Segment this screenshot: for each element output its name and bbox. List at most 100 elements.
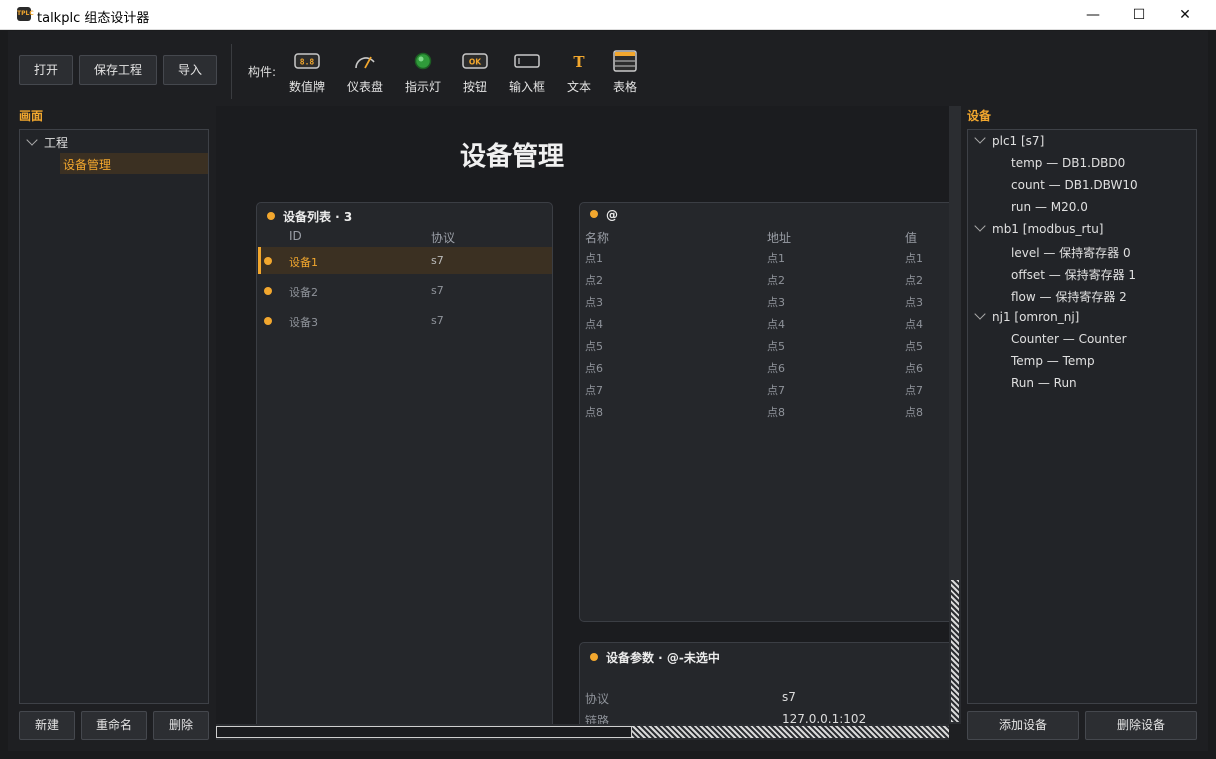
point-value-cell[interactable]: 点7 — [905, 382, 923, 398]
chevron-down-icon — [974, 220, 986, 232]
tool-table[interactable]: 表格 — [601, 48, 649, 95]
scrollbar-thumb[interactable] — [216, 726, 632, 738]
canvas-horizontal-scrollbar[interactable] — [216, 724, 949, 740]
device-point-item[interactable]: level — 保持寄存器 0 — [1011, 244, 1131, 261]
close-button[interactable]: ✕ — [1162, 0, 1208, 30]
minimize-button[interactable]: — — [1070, 0, 1116, 30]
device-point-item[interactable]: count — DB1.DBW10 — [1011, 178, 1138, 192]
column-header-protocol[interactable]: 协议 — [431, 229, 455, 246]
points-card[interactable]: @ 名称 地址 值 点1 点1 点1 点2 点2 点2 点3 点3 点3 点4 点4 点4 点5 点5 点5… — [579, 202, 949, 622]
param-value-protocol[interactable]: s7 — [782, 690, 796, 704]
point-value-cell[interactable]: 点6 — [905, 360, 923, 376]
device-point-item[interactable]: Temp — Temp — [1011, 354, 1095, 368]
svg-text:T: T — [573, 53, 585, 70]
point-name-cell[interactable]: 点2 — [585, 272, 603, 288]
param-label-link: 链路 — [585, 714, 610, 724]
point-address-cell[interactable]: 点1 — [767, 250, 785, 266]
maximize-button[interactable]: ☐ — [1116, 0, 1162, 30]
chevron-down-icon — [26, 134, 38, 146]
svg-text:OK: OK — [469, 58, 482, 67]
point-value-cell[interactable]: 点1 — [905, 250, 923, 266]
device-params-title: 设备参数 · @-未选中 — [590, 649, 720, 666]
table-row-id[interactable]: 设备1 — [289, 254, 318, 270]
svg-text:8.8: 8.8 — [300, 58, 315, 67]
page-title: 设备管理 — [460, 142, 565, 172]
indicator-light-icon — [399, 48, 447, 74]
column-header-value[interactable]: 值 — [905, 229, 917, 246]
scrollbar-thumb[interactable] — [951, 580, 959, 722]
device-node[interactable]: nj1 [omron_nj] — [974, 308, 1079, 324]
design-canvas[interactable]: 设备管理 设备列表 · 3 ID 协议 设备1 s7 设备2 s7 设备3 s7… — [216, 106, 949, 724]
import-button[interactable]: 导入 — [163, 55, 217, 85]
device-point-item[interactable]: temp — DB1.DBD0 — [1011, 156, 1125, 170]
device-point-item[interactable]: Counter — Counter — [1011, 332, 1127, 346]
status-dot — [267, 212, 275, 220]
table-row-protocol[interactable]: s7 — [431, 254, 444, 267]
point-name-cell[interactable]: 点4 — [585, 316, 603, 332]
ok-button-icon: OK — [451, 48, 499, 74]
device-list-card[interactable]: 设备列表 · 3 ID 协议 设备1 s7 设备2 s7 设备3 s7 — [256, 202, 553, 724]
param-value-link[interactable]: 127.0.0.1:102 — [782, 712, 866, 724]
device-node[interactable]: mb1 [modbus_rtu] — [974, 220, 1104, 236]
row-status-dot — [264, 287, 272, 295]
point-address-cell[interactable]: 点7 — [767, 382, 785, 398]
rename-screen-button[interactable]: 重命名 — [81, 711, 147, 740]
chevron-down-icon — [974, 308, 986, 320]
add-device-button[interactable]: 添加设备 — [967, 711, 1079, 740]
tool-input-box[interactable]: 输入框 — [503, 48, 551, 95]
point-name-cell[interactable]: 点1 — [585, 250, 603, 266]
status-dot — [590, 653, 598, 661]
tool-text[interactable]: T 文本 — [555, 48, 603, 95]
point-value-cell[interactable]: 点4 — [905, 316, 923, 332]
point-value-cell[interactable]: 点5 — [905, 338, 923, 354]
point-name-cell[interactable]: 点8 — [585, 404, 603, 420]
tree-item-device-management[interactable]: 设备管理 — [63, 156, 111, 173]
row-status-dot — [264, 257, 272, 265]
table-row-protocol[interactable]: s7 — [431, 284, 444, 297]
device-point-item[interactable]: Run — Run — [1011, 376, 1077, 390]
tree-root-project[interactable]: 工程 — [26, 134, 68, 151]
column-header-name[interactable]: 名称 — [585, 229, 609, 246]
point-address-cell[interactable]: 点4 — [767, 316, 785, 332]
canvas-vertical-scrollbar[interactable] — [949, 106, 961, 724]
table-icon — [601, 48, 649, 74]
device-point-item[interactable]: offset — 保持寄存器 1 — [1011, 266, 1136, 283]
point-address-cell[interactable]: 点3 — [767, 294, 785, 310]
tool-button[interactable]: OK 按钮 — [451, 48, 499, 95]
point-name-cell[interactable]: 点5 — [585, 338, 603, 354]
table-row-protocol[interactable]: s7 — [431, 314, 444, 327]
point-value-cell[interactable]: 点2 — [905, 272, 923, 288]
gauge-icon — [341, 48, 389, 74]
point-address-cell[interactable]: 点2 — [767, 272, 785, 288]
point-value-cell[interactable]: 点3 — [905, 294, 923, 310]
title-bar: TPLC talkplc 组态设计器 — ☐ ✕ — [0, 0, 1216, 30]
tool-indicator-light[interactable]: 指示灯 — [399, 48, 447, 95]
device-point-item[interactable]: flow — 保持寄存器 2 — [1011, 288, 1127, 305]
device-node[interactable]: plc1 [s7] — [974, 132, 1044, 148]
column-header-address[interactable]: 地址 — [767, 229, 791, 246]
tool-numeric-display[interactable]: 8.8 数值牌 — [283, 48, 331, 95]
delete-device-button[interactable]: 删除设备 — [1085, 711, 1197, 740]
device-params-card[interactable]: 设备参数 · @-未选中 协议 s7 链路 127.0.0.1:102 — [579, 642, 949, 724]
row-status-dot — [264, 317, 272, 325]
point-name-cell[interactable]: 点3 — [585, 294, 603, 310]
table-row-id[interactable]: 设备3 — [289, 314, 318, 330]
tool-gauge[interactable]: 仪表盘 — [341, 48, 389, 95]
table-row-id[interactable]: 设备2 — [289, 284, 318, 300]
chevron-down-icon — [974, 132, 986, 144]
devices-panel-title: 设备 — [967, 109, 992, 123]
new-screen-button[interactable]: 新建 — [19, 711, 75, 740]
point-name-cell[interactable]: 点7 — [585, 382, 603, 398]
save-project-button[interactable]: 保存工程 — [79, 55, 157, 85]
window-title: talkplc 组态设计器 — [37, 11, 150, 26]
point-name-cell[interactable]: 点6 — [585, 360, 603, 376]
point-address-cell[interactable]: 点5 — [767, 338, 785, 354]
point-address-cell[interactable]: 点6 — [767, 360, 785, 376]
point-address-cell[interactable]: 点8 — [767, 404, 785, 420]
point-value-cell[interactable]: 点8 — [905, 404, 923, 420]
devices-tree: plc1 [s7] temp — DB1.DBD0 count — DB1.DBW1… — [967, 129, 1197, 704]
column-header-id[interactable]: ID — [289, 229, 302, 243]
open-button[interactable]: 打开 — [19, 55, 73, 85]
delete-screen-button[interactable]: 删除 — [153, 711, 209, 740]
device-point-item[interactable]: run — M20.0 — [1011, 200, 1088, 214]
